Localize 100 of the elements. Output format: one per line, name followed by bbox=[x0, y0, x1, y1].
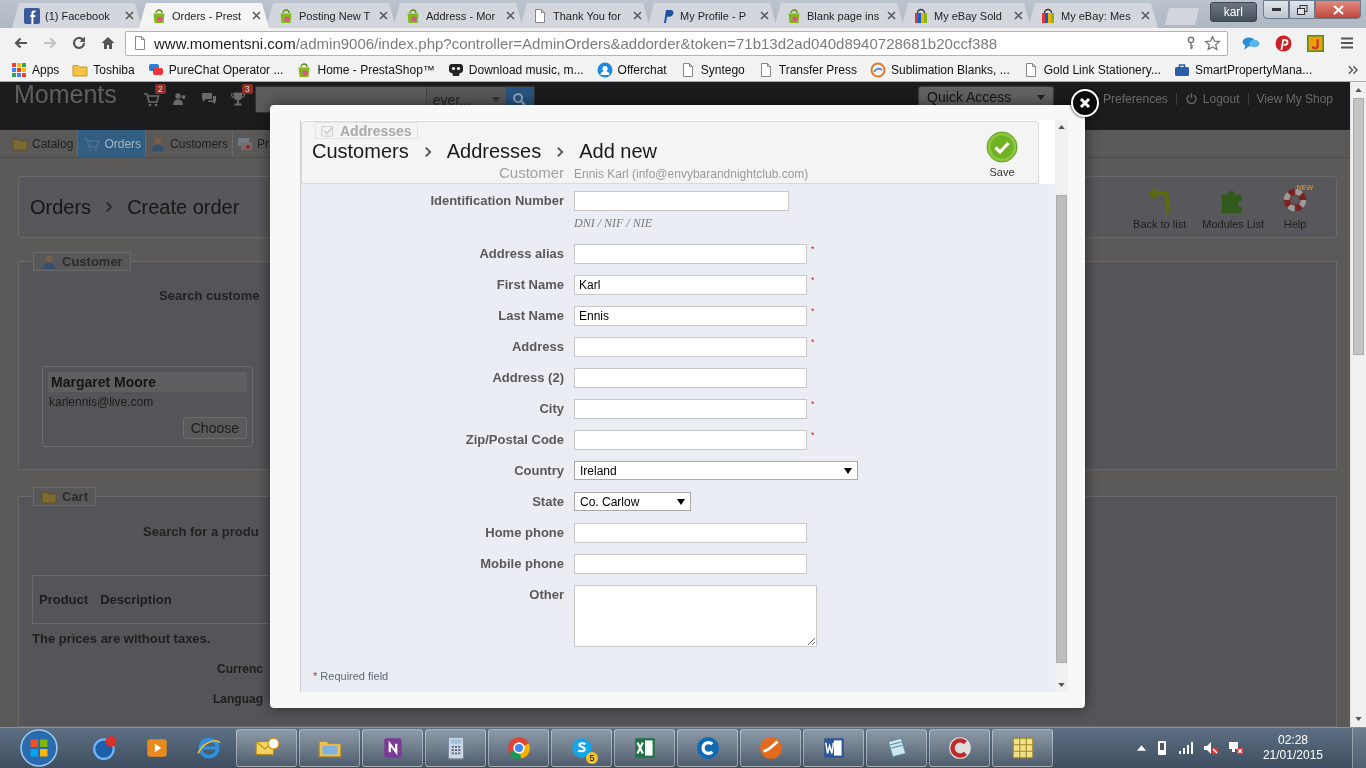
field-label: Languag bbox=[213, 692, 263, 706]
ring-icon[interactable] bbox=[92, 735, 118, 761]
browser-tab[interactable]: (1) Facebook bbox=[12, 3, 142, 28]
scrollbar[interactable] bbox=[1055, 120, 1068, 692]
text-field[interactable]: Karl bbox=[574, 275, 807, 295]
signal-icon[interactable] bbox=[1177, 741, 1194, 755]
close-icon[interactable] bbox=[760, 11, 769, 20]
taskbar-button[interactable] bbox=[803, 729, 864, 767]
save-button[interactable]: Save bbox=[986, 122, 1018, 178]
browser-tab[interactable]: Thank You for bbox=[520, 3, 650, 28]
browser-tab[interactable]: Blank page ins bbox=[774, 3, 904, 28]
taskbar-button[interactable] bbox=[362, 729, 423, 767]
close-icon[interactable] bbox=[1141, 11, 1150, 20]
faded-label: Customer bbox=[497, 164, 564, 181]
text-field[interactable] bbox=[574, 554, 807, 574]
back-arrow-icon bbox=[12, 35, 29, 51]
text-field[interactable] bbox=[574, 191, 789, 211]
browser-tab[interactable]: My eBay: Mes bbox=[1028, 3, 1158, 28]
taskbar-button[interactable] bbox=[677, 729, 738, 767]
show-desktop-button[interactable] bbox=[1352, 728, 1366, 768]
breadcrumb-item: Customers bbox=[312, 140, 409, 163]
taskbar-button[interactable] bbox=[425, 729, 486, 767]
taskbar-button[interactable] bbox=[992, 729, 1053, 767]
close-icon[interactable] bbox=[252, 11, 261, 20]
bookmark[interactable]: Apps bbox=[6, 59, 65, 80]
hint-text: DNI / NIF / NIE bbox=[574, 216, 652, 230]
star-icon[interactable] bbox=[1204, 34, 1221, 52]
bookmark[interactable]: Transfer Press bbox=[752, 59, 862, 80]
text-field[interactable] bbox=[574, 523, 807, 543]
bookmark[interactable]: PureChat Operator ... bbox=[142, 59, 289, 80]
letter-e-icon[interactable] bbox=[196, 735, 222, 761]
breadcrumb-item: Create order bbox=[127, 195, 240, 219]
bookmark[interactable]: Home - PrestaShop™ bbox=[291, 59, 440, 80]
clock-date[interactable]: 21/01/2015 bbox=[1262, 748, 1323, 763]
taskbar-button[interactable] bbox=[299, 729, 360, 767]
caret-icon[interactable] bbox=[1058, 683, 1065, 687]
close-icon[interactable] bbox=[887, 11, 896, 20]
bookmark[interactable]: Syntego bbox=[674, 59, 750, 80]
text-field[interactable]: Ennis bbox=[574, 306, 807, 326]
bookmark[interactable]: SmartPropertyMana... bbox=[1168, 59, 1318, 80]
taskbar-button[interactable] bbox=[614, 729, 675, 767]
close-icon[interactable] bbox=[633, 11, 642, 20]
required-note: * Required field bbox=[313, 670, 389, 682]
check-icon bbox=[321, 124, 335, 137]
bookmark[interactable]: Toshiba bbox=[67, 59, 140, 80]
letter-c-icon[interactable] bbox=[694, 735, 721, 761]
close-icon[interactable] bbox=[1014, 11, 1023, 20]
chevron-icon bbox=[556, 145, 565, 158]
field-label: Identification Number bbox=[429, 192, 564, 210]
swoosh-icon[interactable] bbox=[757, 735, 784, 761]
text-field[interactable] bbox=[574, 337, 807, 357]
taskbar-button[interactable]: 5 bbox=[551, 729, 612, 767]
trophy-icon bbox=[228, 91, 247, 107]
home-icon bbox=[99, 35, 116, 51]
scrollbar-thumb[interactable] bbox=[1056, 195, 1067, 663]
close-icon[interactable] bbox=[125, 11, 134, 20]
clock-time[interactable]: 02:28 bbox=[1277, 733, 1308, 748]
taskbar-button[interactable] bbox=[740, 729, 801, 767]
scrollbar-thumb[interactable] bbox=[1353, 98, 1364, 355]
bag-icon bbox=[786, 7, 802, 24]
text-field[interactable] bbox=[574, 244, 807, 264]
profile-button[interactable]: karl bbox=[1209, 2, 1257, 22]
swirl-icon bbox=[870, 61, 886, 78]
browser-tab[interactable]: Address - Mor bbox=[393, 3, 523, 28]
scrollbar[interactable] bbox=[1350, 82, 1366, 727]
required-mark: * bbox=[811, 275, 815, 285]
bookmark[interactable]: Sublimation Blanks, ... bbox=[865, 59, 1015, 80]
close-icon[interactable] bbox=[379, 11, 388, 20]
caret-icon[interactable] bbox=[1355, 88, 1362, 92]
letter-c-icon[interactable] bbox=[946, 735, 973, 761]
taskbar-button[interactable] bbox=[929, 729, 990, 767]
reload-icon bbox=[70, 35, 87, 51]
bookmark[interactable]: Download music, m... bbox=[442, 59, 589, 80]
more-bookmarks-button[interactable] bbox=[1347, 63, 1358, 76]
speaker-icon[interactable] bbox=[1202, 740, 1219, 756]
browser-tab[interactable]: Orders - Prest bbox=[139, 3, 269, 28]
browser-tab[interactable]: My eBay Sold bbox=[901, 3, 1031, 28]
dropdown[interactable]: Ireland bbox=[574, 461, 858, 480]
bookmark[interactable]: Gold Link Stationery... bbox=[1017, 59, 1166, 80]
taskbar-button[interactable] bbox=[866, 729, 927, 767]
caret-icon[interactable] bbox=[1136, 745, 1146, 751]
close-icon[interactable] bbox=[506, 11, 515, 20]
required-mark: * bbox=[811, 244, 815, 254]
text-field[interactable] bbox=[574, 430, 807, 450]
text-field[interactable] bbox=[574, 368, 807, 388]
browser-tab[interactable]: Posting New T bbox=[266, 3, 396, 28]
taskbar-button[interactable] bbox=[488, 729, 549, 767]
browser-tab[interactable]: My Profile - P bbox=[647, 3, 777, 28]
address-bar[interactable]: www.momentsni.com/admin9006/index.php?controller=AdminOrders&addorder&token=71b13d2ad040d8940728681b20ccf388 bbox=[125, 30, 1228, 56]
minimize-button[interactable] bbox=[1263, 0, 1289, 19]
network-icon[interactable] bbox=[1227, 740, 1244, 756]
maximize-button[interactable] bbox=[1289, 0, 1315, 19]
taskbar-button[interactable] bbox=[236, 729, 297, 767]
start-button[interactable] bbox=[18, 728, 60, 768]
cart-icon bbox=[141, 91, 160, 107]
dropdown[interactable]: Co. Carlow bbox=[574, 492, 691, 511]
bookmark[interactable]: Offerchat bbox=[591, 59, 672, 80]
caret-icon[interactable] bbox=[1355, 717, 1362, 721]
segmented-circle-icon[interactable] bbox=[505, 735, 532, 761]
text-field[interactable] bbox=[574, 399, 807, 419]
